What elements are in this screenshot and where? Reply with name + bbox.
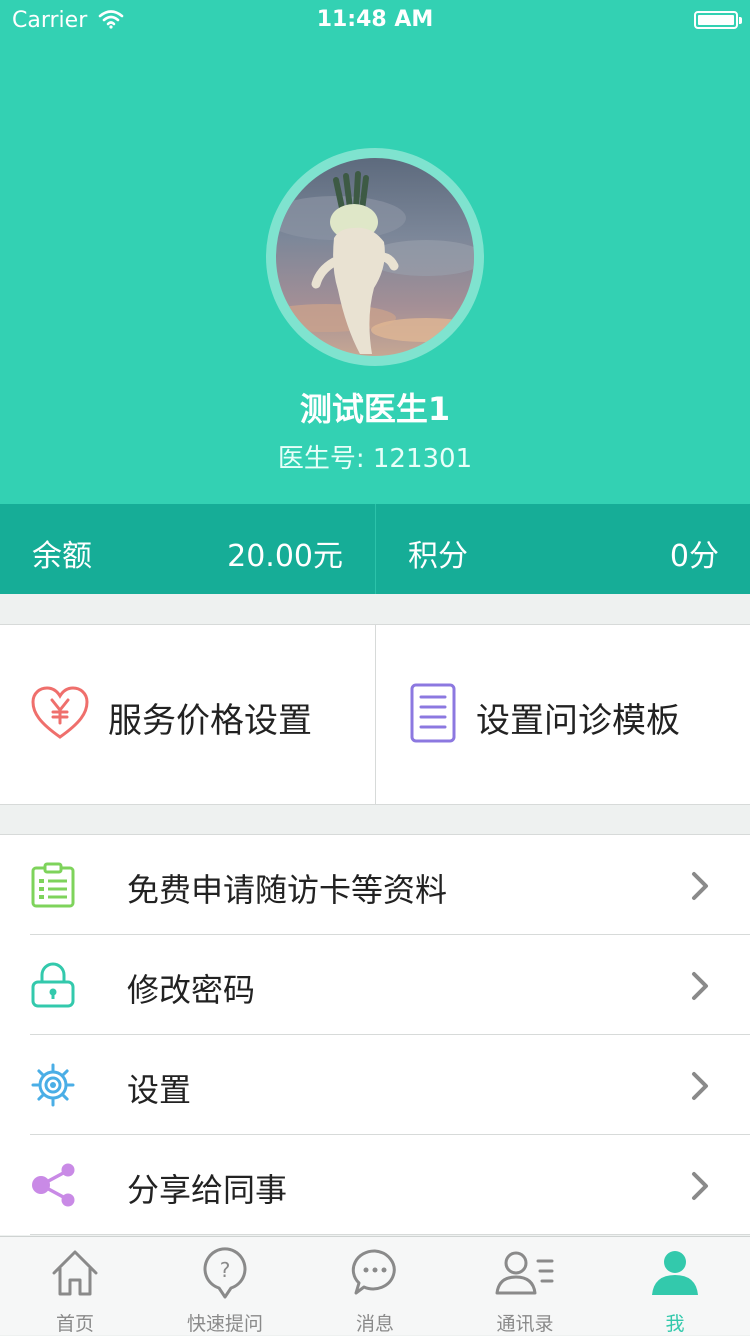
profile-header: Carrier 11:48 AM 测试医生1 医生号: 121301 bbox=[0, 0, 750, 504]
menu-item-label: 修改密码 bbox=[127, 971, 256, 1009]
balance-cell[interactable]: 余额 20.00元 bbox=[0, 504, 375, 594]
points-label: 积分 bbox=[408, 539, 468, 574]
menu-item-label: 免费申请随访卡等资料 bbox=[127, 871, 448, 909]
tab-home[interactable]: 首页 bbox=[0, 1237, 150, 1335]
clock: 11:48 AM bbox=[316, 7, 434, 32]
menu-item-label: 设置 bbox=[127, 1071, 192, 1109]
svg-text:?: ? bbox=[220, 1258, 231, 1282]
avatar[interactable] bbox=[276, 158, 474, 356]
lock-icon bbox=[30, 962, 76, 1008]
home-icon bbox=[52, 1250, 98, 1296]
tab-me[interactable]: 我 bbox=[600, 1237, 750, 1335]
battery-icon bbox=[694, 11, 742, 29]
balance-value: 20.00元 bbox=[227, 539, 343, 574]
avatar-image bbox=[276, 171, 474, 354]
menu-item-settings[interactable]: 设置 bbox=[0, 1035, 750, 1135]
menu-item-share[interactable]: 分享给同事 bbox=[0, 1135, 750, 1235]
tab-label: 快速提问 bbox=[186, 1313, 263, 1335]
contacts-icon bbox=[495, 1251, 554, 1295]
question-bubble-icon: ? bbox=[203, 1247, 247, 1299]
chevron-right-icon bbox=[690, 1071, 710, 1101]
points-cell[interactable]: 积分 0分 bbox=[375, 504, 750, 594]
menu-item-label: 分享给同事 bbox=[127, 1171, 288, 1209]
document-icon bbox=[410, 683, 456, 747]
tab-label: 首页 bbox=[55, 1313, 94, 1335]
chevron-right-icon bbox=[690, 871, 710, 901]
person-icon bbox=[652, 1251, 698, 1295]
settings-menu: 免费申请随访卡等资料 修改密码 设置 分享给同事 bbox=[0, 834, 750, 1235]
message-bubble-icon bbox=[351, 1249, 396, 1295]
tab-label: 通讯录 bbox=[496, 1313, 554, 1335]
share-icon bbox=[30, 1162, 76, 1208]
service-price-settings-label: 服务价格设置 bbox=[108, 701, 312, 741]
consult-template-button[interactable]: 设置问诊模板 bbox=[375, 625, 750, 804]
heart-yen-icon bbox=[30, 685, 90, 745]
doctor-id: 医生号: 121301 bbox=[277, 444, 473, 474]
points-value: 0分 bbox=[669, 539, 719, 574]
tab-bar: 首页 ? 快速提问 消息 通讯录 我 bbox=[0, 1236, 750, 1335]
gear-icon bbox=[30, 1062, 76, 1108]
quick-actions-panel: 服务价格设置 设置问诊模板 bbox=[0, 624, 750, 805]
chevron-right-icon bbox=[690, 971, 710, 1001]
doctor-name: 测试医生1 bbox=[299, 390, 451, 428]
tab-label: 消息 bbox=[355, 1313, 394, 1335]
status-bar: Carrier 11:48 AM bbox=[0, 0, 750, 40]
service-price-settings-button[interactable]: 服务价格设置 bbox=[0, 625, 375, 804]
tab-quick-question[interactable]: ? 快速提问 bbox=[150, 1237, 300, 1335]
consult-template-label: 设置问诊模板 bbox=[476, 701, 680, 741]
menu-item-apply-materials[interactable]: 免费申请随访卡等资料 bbox=[0, 835, 750, 935]
menu-item-change-password[interactable]: 修改密码 bbox=[0, 935, 750, 1035]
balance-bar: 余额 20.00元 积分 0分 bbox=[0, 504, 750, 594]
tab-contacts[interactable]: 通讯录 bbox=[450, 1237, 600, 1335]
clipboard-list-icon bbox=[30, 862, 76, 908]
balance-label: 余额 bbox=[32, 539, 92, 574]
avatar-ring bbox=[266, 148, 484, 366]
chevron-right-icon bbox=[690, 1171, 710, 1201]
tab-messages[interactable]: 消息 bbox=[300, 1237, 450, 1335]
tab-label: 我 bbox=[665, 1313, 685, 1335]
